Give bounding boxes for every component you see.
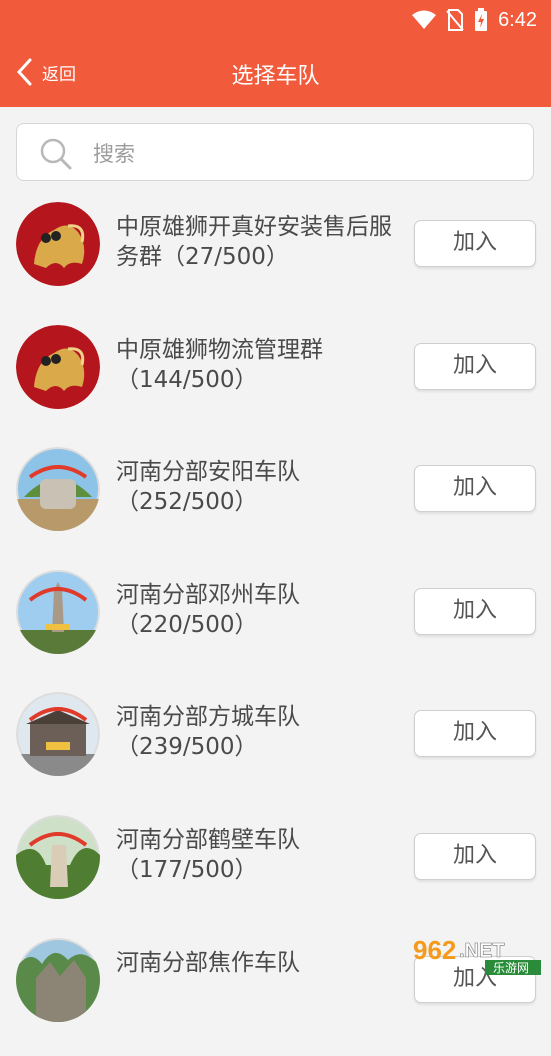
avatar-lion [16, 324, 100, 409]
app-bar: 返回 选择车队 [0, 40, 551, 107]
wifi-icon [412, 10, 437, 29]
list-item[interactable]: 中原雄狮开真好安装售后服务群（27/500） 加入 [0, 198, 551, 321]
join-button[interactable]: 加入 [414, 220, 536, 267]
no-sim-icon [446, 9, 464, 31]
status-bar: 6:42 [0, 0, 551, 40]
avatar-photo [16, 814, 100, 899]
join-button[interactable]: 加入 [414, 710, 536, 758]
avatar-photo [16, 937, 100, 1022]
battery-charging-icon [475, 8, 488, 31]
watermark-suffix: .NET [459, 940, 505, 962]
team-name: 河南分部方城车队（239/500） [116, 704, 300, 761]
list-item[interactable]: 河南分部安阳车队（252/500） 加入 [0, 443, 551, 566]
avatar-photo [16, 447, 100, 532]
team-name: 河南分部邓州车队（220/500） [116, 581, 300, 638]
join-button[interactable]: 加入 [414, 587, 536, 635]
join-button[interactable]: 加入 [414, 342, 536, 390]
team-name: 河南分部安阳车队（252/500） [116, 459, 300, 516]
status-time: 6:42 [498, 8, 537, 31]
team-name: 河南分部焦作车队 [116, 949, 300, 976]
avatar-photo [16, 692, 100, 777]
page-title: 选择车队 [231, 64, 320, 89]
status-icons: 6:42 [412, 8, 537, 32]
watermark-brand: 962 [413, 935, 456, 965]
team-list: 中原雄狮开真好安装售后服务群（27/500） 加入 中原雄狮物流管理群（144/… [0, 198, 551, 1056]
search-icon [40, 138, 72, 170]
team-name: 中原雄狮开真好安装售后服务群（27/500） [116, 214, 392, 270]
avatar-lion [16, 202, 100, 286]
avatar-photo [16, 569, 100, 654]
team-name: 河南分部鹤壁车队（177/500） [116, 826, 300, 883]
site-watermark: 962 .NET 乐游网 [409, 933, 545, 975]
search-input[interactable] [91, 138, 515, 170]
watermark-sub: 乐游网 [493, 961, 529, 975]
list-item[interactable]: 河南分部鹤壁车队（177/500） 加入 [0, 811, 551, 934]
list-item[interactable]: 河南分部邓州车队（220/500） 加入 [0, 566, 551, 689]
search-box[interactable] [16, 123, 534, 181]
team-name: 中原雄狮物流管理群（144/500） [116, 336, 323, 393]
join-button[interactable]: 加入 [414, 465, 536, 513]
list-item[interactable]: 中原雄狮物流管理群（144/500） 加入 [0, 321, 551, 444]
join-button[interactable]: 加入 [414, 832, 536, 880]
list-item[interactable]: 河南分部方城车队（239/500） 加入 [0, 688, 551, 811]
